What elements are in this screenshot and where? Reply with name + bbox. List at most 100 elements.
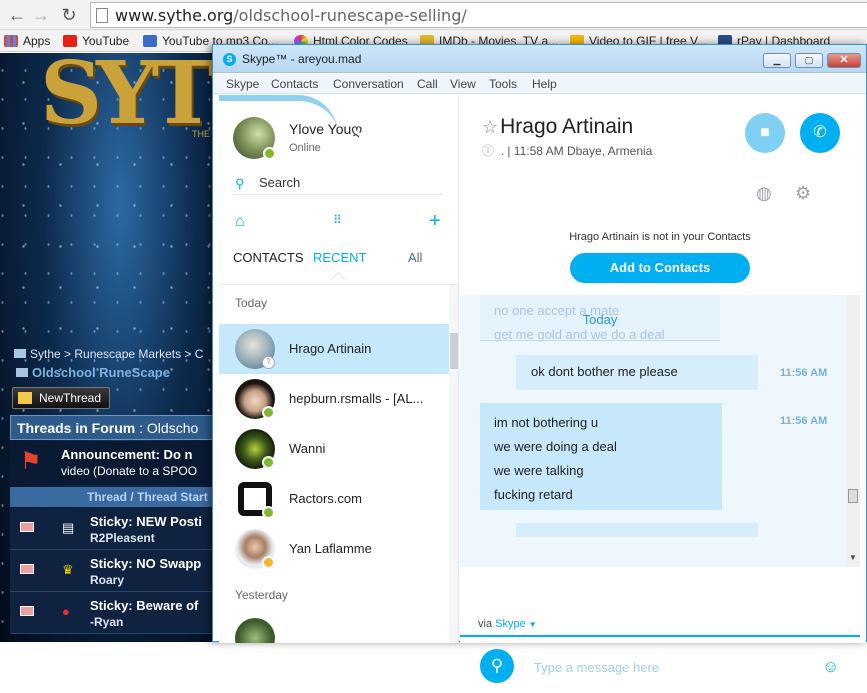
back-arrow-icon[interactable]: ← bbox=[6, 4, 28, 26]
help-circle-icon: ⓘ bbox=[482, 144, 495, 158]
my-status[interactable]: Online bbox=[289, 142, 321, 154]
gear-icon[interactable]: ⚙ bbox=[795, 183, 811, 204]
away-status-icon bbox=[262, 556, 275, 569]
scrollbar-thumb[interactable] bbox=[848, 489, 858, 503]
via-skype-link[interactable]: Skype ▼ bbox=[495, 618, 537, 630]
contact-tabs: CONTACTS RECENT All ⌄ bbox=[233, 250, 445, 287]
column-headers: Thread / Thread Start bbox=[10, 487, 215, 507]
scroll-down-arrow-icon[interactable]: ▼ bbox=[849, 553, 857, 562]
favorite-star-icon[interactable]: ☆ bbox=[482, 117, 498, 137]
col-thread[interactable]: Thread bbox=[87, 490, 127, 504]
contact-search[interactable]: ⚲ Search bbox=[233, 173, 443, 195]
bookmark-youtube[interactable]: YouTube bbox=[63, 33, 129, 49]
message-bubble-incoming[interactable]: im not bothering u we were doing a deal … bbox=[480, 403, 722, 510]
video-call-button[interactable]: ■ bbox=[745, 113, 785, 153]
thread-starter[interactable]: R2Pleasent bbox=[90, 531, 155, 545]
message-input[interactable]: Type a message here bbox=[534, 660, 659, 675]
threads-header: Threads in Forum : Oldscho bbox=[10, 415, 215, 440]
new-thread-label: NewThread bbox=[39, 391, 102, 405]
bookmark-label: YouTube bbox=[82, 34, 130, 48]
message-bubble-outgoing[interactable]: ok dont bother me please bbox=[516, 355, 758, 390]
chat-history[interactable]: no one accept a mate get me gold and we d… bbox=[460, 295, 860, 567]
thread-title[interactable]: Sticky: Beware of bbox=[90, 598, 198, 613]
maximize-button[interactable]: ▢ bbox=[795, 53, 823, 68]
contact-item-hepburn[interactable]: hepburn.rsmalls - [AL... bbox=[219, 374, 449, 424]
url-path: /oldschool-runescape-selling/ bbox=[233, 6, 467, 25]
paperclip-icon: ⚲ bbox=[490, 656, 504, 675]
skype-menubar: Skype Contacts Conversation Call View To… bbox=[213, 74, 866, 94]
thread-starter[interactable]: -Ryan bbox=[90, 615, 123, 629]
skype-titlebar[interactable]: S Skype™ - areyou.mad ▁ ▢ ✕ bbox=[213, 45, 866, 73]
conversation-subtitle: ⓘ . | 11:58 AM Dbaye, Armenia bbox=[482, 142, 652, 159]
close-button[interactable]: ✕ bbox=[827, 53, 861, 68]
add-to-contacts-button[interactable]: Add to Contacts bbox=[570, 253, 750, 283]
menu-conversation[interactable]: Conversation bbox=[333, 77, 404, 91]
announcement-title[interactable]: Announcement: Do n bbox=[61, 447, 192, 462]
crown-icon: ♛ bbox=[62, 562, 74, 577]
mood-location-text: . | 11:58 AM Dbaye, Armenia bbox=[500, 144, 653, 158]
dialpad-icon[interactable]: ⠿ bbox=[333, 213, 342, 227]
thread-title[interactable]: Sticky: NO Swapp bbox=[90, 556, 201, 571]
message-text: we were doing a deal bbox=[494, 439, 617, 454]
col-starter[interactable]: Thread Start bbox=[137, 490, 208, 504]
contact-item-partial[interactable] bbox=[219, 613, 449, 643]
attach-button[interactable]: ⚲ bbox=[480, 649, 514, 683]
globe-icon[interactable]: ◍ bbox=[756, 183, 772, 204]
forward-arrow-icon[interactable]: → bbox=[30, 4, 52, 26]
address-bar[interactable]: www.sythe.org/oldschool-runescape-sellin… bbox=[90, 2, 867, 28]
message-timestamp: 11:56 AM bbox=[780, 415, 828, 427]
breadcrumb-text[interactable]: Sythe > Runescape Markets > C bbox=[30, 347, 203, 361]
skype-window: S Skype™ - areyou.mad ▁ ▢ ✕ Skype Contac… bbox=[212, 44, 867, 683]
bookmark-apps[interactable]: Apps bbox=[4, 33, 50, 49]
via-link-text: Skype bbox=[495, 618, 526, 630]
my-display-name[interactable]: Ylove Youღ bbox=[289, 121, 362, 138]
message-text: im not bothering u bbox=[494, 415, 599, 430]
thread-row[interactable]: ♛ Sticky: NO Swapp Roary bbox=[10, 550, 215, 592]
online-status-icon bbox=[263, 147, 276, 160]
message-text: we were talking bbox=[494, 463, 584, 478]
contact-item-ractors[interactable]: Ractors.com bbox=[219, 474, 449, 524]
announcement-row[interactable]: ⚑ Announcement: Do n video (Donate to a … bbox=[10, 441, 215, 485]
menu-view[interactable]: View bbox=[450, 77, 476, 91]
threads-header-text: Threads in Forum bbox=[17, 420, 136, 436]
scrollbar-thumb[interactable] bbox=[450, 333, 458, 369]
message-text: ok dont bother me please bbox=[531, 364, 678, 379]
chat-scrollbar[interactable]: ▼ bbox=[846, 295, 860, 567]
menu-help[interactable]: Help bbox=[532, 77, 557, 91]
audio-call-button[interactable]: ✆ bbox=[800, 113, 840, 153]
mp3-icon bbox=[143, 35, 157, 47]
add-icon[interactable]: + bbox=[429, 210, 441, 233]
contact-item-yan[interactable]: Yan Laflamme bbox=[219, 524, 449, 574]
thread-row[interactable]: ● Sticky: Beware of -Ryan bbox=[10, 592, 215, 634]
thread-row[interactable]: ▤ Sticky: NEW Posti R2Pleasent bbox=[10, 508, 215, 550]
day-marker: Today bbox=[480, 309, 720, 341]
menu-call[interactable]: Call bbox=[417, 77, 438, 91]
via-skype: via Skype ▼ bbox=[478, 618, 537, 630]
emoticon-icon[interactable]: ☺ bbox=[822, 657, 839, 677]
forum-title[interactable]: Oldschool RuneScape bbox=[16, 365, 170, 380]
contact-item-wanni[interactable]: Wanni bbox=[219, 424, 449, 474]
thread-starter[interactable]: Roary bbox=[90, 573, 124, 587]
conversation-contact-name[interactable]: Hrago Artinain bbox=[500, 115, 633, 138]
thread-title[interactable]: Sticky: NEW Posti bbox=[90, 514, 202, 529]
search-label: Search bbox=[259, 175, 301, 190]
message-bubble-partial[interactable] bbox=[516, 523, 758, 537]
breadcrumb[interactable]: Sythe > Runescape Markets > C bbox=[14, 347, 203, 361]
tab-contacts[interactable]: CONTACTS bbox=[233, 250, 304, 265]
message-composer: ⚲ Type a message here ☺ bbox=[460, 635, 860, 693]
minimize-button[interactable]: ▁ bbox=[763, 53, 791, 68]
contact-name: Ractors.com bbox=[289, 491, 362, 506]
reload-icon[interactable]: ↻ bbox=[58, 4, 80, 26]
home-icon[interactable]: ⌂ bbox=[235, 213, 245, 231]
tab-recent[interactable]: RECENT bbox=[313, 250, 366, 265]
warning-icon: ● bbox=[62, 604, 70, 619]
new-thread-button[interactable]: NewThread bbox=[12, 387, 110, 409]
search-icon: ⚲ bbox=[235, 176, 245, 191]
site-logo[interactable]: SYT bbox=[40, 53, 215, 144]
contact-list-scrollbar[interactable] bbox=[449, 285, 458, 643]
menu-tools[interactable]: Tools bbox=[489, 77, 517, 91]
online-status-icon bbox=[262, 406, 275, 419]
menu-skype[interactable]: Skype bbox=[226, 77, 259, 91]
menu-contacts[interactable]: Contacts bbox=[271, 77, 318, 91]
contact-item-hrago[interactable]: ? Hrago Artinain bbox=[219, 324, 449, 374]
